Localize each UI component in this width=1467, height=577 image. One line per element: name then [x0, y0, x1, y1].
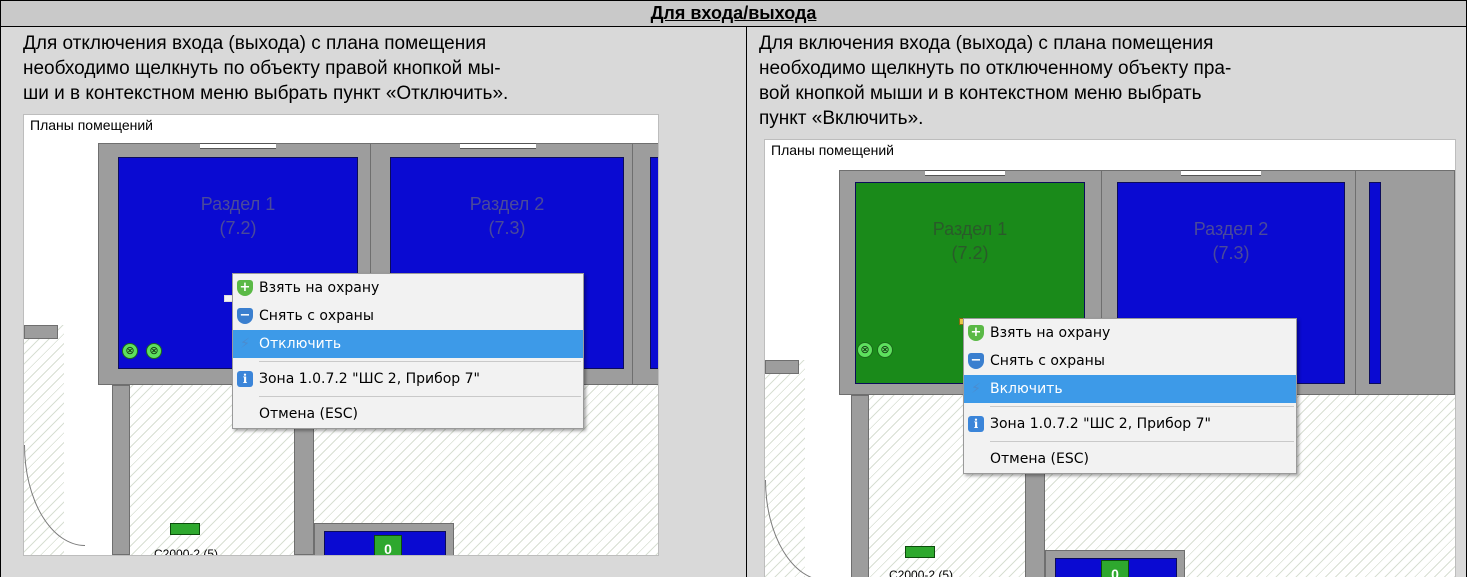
info-icon: i	[968, 416, 984, 432]
room-section-2-code: (7.3)	[1212, 243, 1250, 263]
left-floorplan-screenshot: Планы помещений Раздел 1 (7.2) Раздел 2 …	[23, 114, 659, 556]
room-section-2-name: Раздел 2	[1193, 219, 1269, 239]
instruction-table: Для входа/выхода Для отключения входа (в…	[0, 0, 1467, 577]
floorplan-title: Планы помещений	[771, 142, 894, 158]
right-paragraph: Для включения входа (выхода) с плана пом…	[759, 31, 1459, 131]
menu-separator	[990, 441, 1294, 442]
menu-item-label: Снять с охраны	[259, 308, 374, 324]
room-section-2-code: (7.3)	[488, 218, 526, 238]
context-menu: + Взять на охрану − Снять с охраны ⚡ Вкл…	[963, 318, 1297, 474]
room-section-1-code: (7.2)	[951, 243, 989, 263]
table-header-title: Для входа/выхода	[650, 3, 817, 23]
shield-minus-icon: −	[237, 308, 253, 324]
info-icon: i	[237, 371, 253, 387]
room-section-2-name: Раздел 2	[469, 194, 545, 214]
table-header: Для входа/выхода	[1, 1, 1466, 27]
wall	[851, 395, 869, 577]
sensor-icon[interactable]: ⊗	[857, 342, 873, 358]
menu-item-label: Отключить	[259, 336, 342, 352]
menu-item-label: Снять с охраны	[990, 353, 1105, 369]
menu-item-label: Отмена (ESC)	[990, 451, 1089, 467]
menu-item-disarm[interactable]: − Снять с охраны	[964, 347, 1296, 375]
room-section-1-name: Раздел 1	[932, 219, 1008, 239]
menu-separator	[259, 396, 581, 397]
right-paragraph-line: Для включения входа (выхода) с плана пом…	[759, 33, 1214, 54]
right-column: Для включения входа (выхода) с плана пом…	[747, 27, 1466, 577]
wall	[765, 360, 799, 374]
door-connector	[925, 170, 1005, 176]
right-paragraph-line: вой кнопкой мыши и в контекстном меню вы…	[759, 83, 1202, 104]
menu-item-disarm[interactable]: − Снять с охраны	[233, 302, 583, 330]
sensor-icon[interactable]: ⊗	[877, 342, 893, 358]
menu-item-arm[interactable]: + Взять на охрану	[233, 274, 583, 302]
menu-separator	[990, 406, 1294, 407]
menu-item-zone-info[interactable]: i Зона 1.0.7.2 "ШС 2, Прибор 7"	[964, 410, 1296, 438]
menu-item-label: Зона 1.0.7.2 "ШС 2, Прибор 7"	[990, 416, 1211, 432]
wall	[24, 325, 58, 339]
shield-plus-icon: +	[237, 280, 253, 296]
left-paragraph: Для отключения входа (выхода) с плана по…	[23, 31, 723, 106]
menu-separator	[259, 361, 581, 362]
device-label: С2000-2 (5)	[154, 547, 219, 556]
plug-icon: ⚡	[240, 336, 250, 352]
room-partial	[1369, 182, 1381, 384]
right-paragraph-line: пункт «Включить».	[759, 108, 924, 129]
device-indicator-icon[interactable]	[905, 546, 935, 558]
left-paragraph-line: ши и в контекстном меню выбрать пункт «О…	[23, 83, 509, 104]
room-partial	[650, 157, 658, 369]
door-connector	[1181, 170, 1261, 176]
wall	[112, 385, 130, 555]
menu-item-label: Взять на охрану	[259, 280, 380, 296]
room-section-1-code: (7.2)	[219, 218, 257, 238]
left-column: Для отключения входа (выхода) с плана по…	[1, 27, 747, 577]
context-menu: + Взять на охрану − Снять с охраны ⚡ Отк…	[232, 273, 584, 429]
menu-item-label: Взять на охрану	[990, 325, 1111, 341]
bottom-value-indicator: 0	[374, 535, 402, 556]
right-paragraph-line: необходимо щелкнуть по отключенному объе…	[759, 58, 1232, 79]
menu-item-cancel[interactable]: Отмена (ESC)	[233, 400, 583, 428]
door-connector	[460, 143, 536, 149]
left-paragraph-line: Для отключения входа (выхода) с плана по…	[23, 33, 487, 54]
shield-plus-icon: +	[968, 325, 984, 341]
device-indicator-icon[interactable]	[170, 523, 200, 535]
sensor-icon[interactable]: ⊗	[122, 343, 138, 359]
sensor-icon[interactable]: ⊗	[146, 343, 162, 359]
plug-icon: ⚡	[971, 381, 981, 397]
bottom-value: 0	[1111, 566, 1119, 577]
floorplan-title: Планы помещений	[30, 117, 153, 133]
menu-item-enable[interactable]: ⚡ Включить	[964, 375, 1296, 403]
bottom-value-indicator: 0	[1101, 560, 1129, 577]
menu-item-zone-info[interactable]: i Зона 1.0.7.2 "ШС 2, Прибор 7"	[233, 365, 583, 393]
shield-minus-icon: −	[968, 353, 984, 369]
menu-item-cancel[interactable]: Отмена (ESC)	[964, 445, 1296, 473]
menu-item-label: Отмена (ESC)	[259, 406, 358, 422]
right-floorplan-screenshot: Планы помещений Раздел 1 (7.2) Раздел 2 …	[764, 139, 1456, 577]
menu-item-label: Зона 1.0.7.2 "ШС 2, Прибор 7"	[259, 371, 480, 387]
bottom-value: 0	[384, 541, 392, 556]
menu-item-arm[interactable]: + Взять на охрану	[964, 319, 1296, 347]
door-connector	[200, 143, 276, 149]
room-section-1-name: Раздел 1	[200, 194, 276, 214]
device-label: С2000-2 (5)	[889, 568, 954, 577]
left-paragraph-line: необходимо щелкнуть по объекту правой кн…	[23, 58, 501, 79]
menu-item-disable[interactable]: ⚡ Отключить	[233, 330, 583, 358]
menu-item-label: Включить	[990, 381, 1063, 397]
